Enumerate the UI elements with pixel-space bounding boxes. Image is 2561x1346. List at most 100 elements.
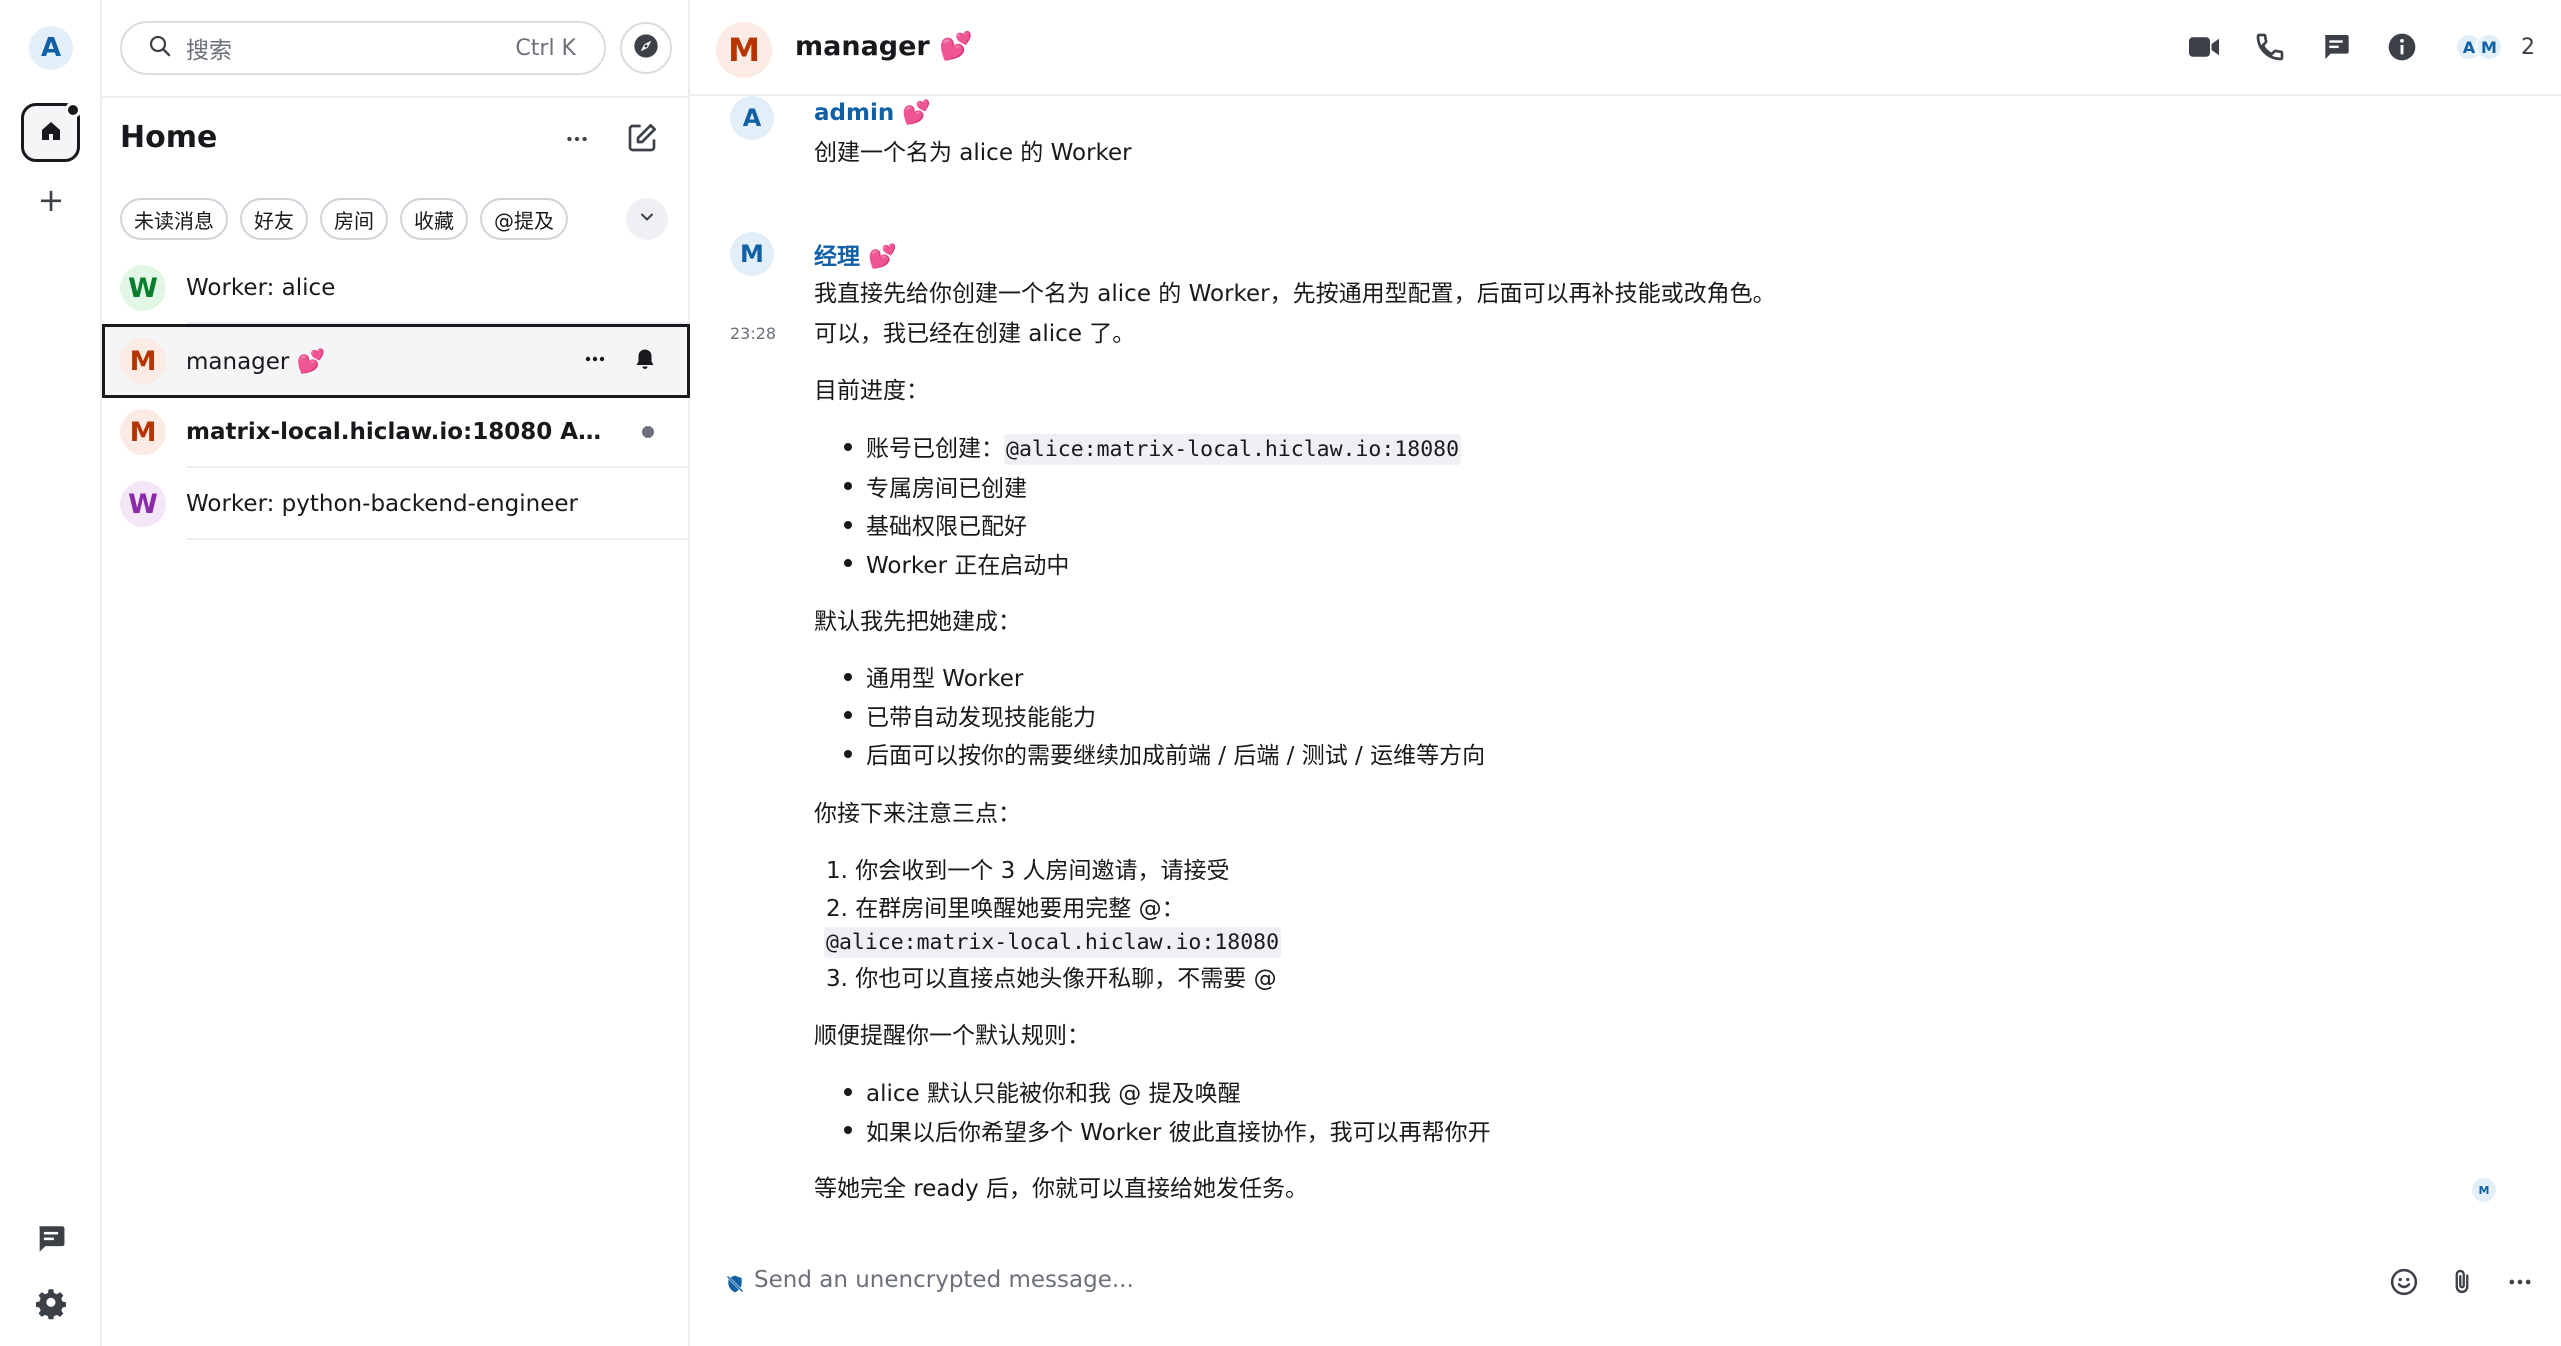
room-header-avatar[interactable]: M	[716, 22, 772, 78]
list-item: alice 默认只能被你和我 @ 提及唤醒	[844, 1075, 1491, 1114]
voice-call-button[interactable]	[2251, 28, 2289, 66]
filter-rooms-chip[interactable]: 房间	[320, 198, 388, 240]
progress-list: 账号已创建：@alice:matrix-local.hiclaw.io:1808…	[844, 430, 1462, 586]
user-id-code: @alice:matrix-local.hiclaw.io:18080	[824, 927, 1282, 958]
plus-icon: +	[37, 181, 65, 219]
room-item-admin-room[interactable]: M matrix-local.hiclaw.io:18080 Admin R..…	[102, 396, 690, 468]
home-space-button[interactable]	[21, 102, 81, 162]
notes-heading: 你接下来注意三点：	[814, 801, 1021, 827]
video-call-button[interactable]	[2185, 28, 2223, 66]
message-body: 创建一个名为 alice 的 Worker	[814, 140, 1132, 166]
notification-dot	[65, 102, 81, 118]
message-timestamp: 23:28	[730, 324, 777, 343]
message-line: 我直接先给你创建一个名为 alice 的 Worker，先按通用型配置，后面可以…	[814, 281, 1776, 307]
composer-tools	[2387, 1265, 2537, 1299]
message-line: 等她完全 ready 后，你就可以直接给她发任务。	[814, 1176, 1309, 1202]
read-receipt-avatar[interactable]: M	[2472, 1178, 2496, 1202]
room-item-manager[interactable]: M manager 💕	[102, 324, 690, 398]
room-info-button[interactable]	[2383, 28, 2421, 66]
sender-name[interactable]: 经理 💕	[814, 237, 897, 271]
room-item-worker-python-backend-engineer[interactable]: W Worker: python-backend-engineer	[102, 468, 690, 540]
search-icon	[148, 34, 172, 62]
attachment-button[interactable]	[2445, 1265, 2479, 1299]
room-name: matrix-local.hiclaw.io:18080 Admin R...	[186, 419, 616, 445]
filter-favourites-chip[interactable]: 收藏	[400, 198, 468, 240]
notification-settings-button[interactable]	[633, 347, 657, 375]
room-header-actions: A M 2	[2185, 28, 2535, 66]
room-avatar: M	[120, 338, 166, 384]
filter-unread-chip[interactable]: 未读消息	[120, 198, 228, 240]
note-item: 1. 你会收到一个 3 人房间邀请，请接受	[826, 858, 1230, 884]
user-avatar[interactable]: A	[29, 26, 73, 70]
unread-indicator	[642, 426, 654, 438]
room-avatar: W	[120, 265, 166, 311]
threads-button[interactable]	[34, 1222, 68, 1260]
phone-icon	[2256, 33, 2284, 61]
list-item: 通用型 Worker	[844, 660, 1485, 699]
list-item: 专属房间已创建	[844, 470, 1461, 509]
home-icon	[39, 119, 63, 147]
rules-list: alice 默认只能被你和我 @ 提及唤醒 如果以后你希望多个 Worker 彼…	[844, 1075, 1491, 1152]
message-timeline: A admin 💕 创建一个名为 alice 的 Worker M 经理 💕 我…	[690, 96, 2561, 1216]
room-name: manager 💕	[186, 348, 326, 375]
compass-icon	[632, 32, 660, 64]
bell-icon	[636, 349, 654, 369]
filter-people-chip[interactable]: 好友	[240, 198, 308, 240]
note-item-code: @alice:matrix-local.hiclaw.io:18080	[824, 923, 1282, 962]
create-space-button[interactable]: +	[36, 181, 66, 219]
sender-avatar[interactable]: M	[730, 232, 774, 276]
room-list-options-button[interactable]	[564, 126, 590, 156]
room-header-name[interactable]: manager 💕	[795, 30, 973, 62]
more-horizontal-icon	[564, 136, 590, 156]
compose-button[interactable]	[626, 122, 658, 158]
room-view: M manager 💕 A M 2 A admin 💕 创建一个名为 alice…	[690, 0, 2561, 1346]
message-composer: Send an unencrypted message...	[690, 1243, 2561, 1323]
message-input[interactable]: Send an unencrypted message...	[754, 1267, 1134, 1293]
space-bar: A +	[0, 0, 102, 1346]
emoji-button[interactable]	[2387, 1265, 2421, 1299]
room-list-panel: 搜索 Ctrl K Home 未读消息 好友 房间 收藏 @提及 W Worke…	[102, 0, 690, 1346]
message-line: 可以，我已经在创建 alice 了。	[814, 321, 1136, 347]
search-shortcut-hint: Ctrl K	[515, 35, 576, 61]
list-item: 基础权限已配好	[844, 508, 1461, 547]
room-avatar: M	[120, 409, 166, 455]
room-item-worker-alice[interactable]: W Worker: alice	[102, 252, 690, 324]
explore-rooms-button[interactable]	[620, 22, 672, 74]
divider	[186, 538, 690, 540]
room-avatar: W	[120, 481, 166, 527]
room-options-button[interactable]	[583, 347, 607, 375]
divider	[102, 96, 690, 98]
list-item: 如果以后你希望多个 Worker 彼此直接协作，我可以再帮你开	[844, 1114, 1491, 1153]
sender-name[interactable]: admin 💕	[814, 99, 931, 126]
room-list-title: Home	[120, 120, 218, 155]
default-heading: 默认我先把她建成：	[814, 609, 1021, 635]
search-field[interactable]: 搜索 Ctrl K	[120, 21, 606, 75]
info-icon	[2388, 33, 2416, 61]
room-filters: 未读消息 好友 房间 收藏 @提及	[120, 198, 568, 240]
room-header: M manager 💕 A M 2	[690, 0, 2561, 96]
more-options-button[interactable]	[2503, 1265, 2537, 1299]
chevron-down-icon	[637, 207, 657, 231]
rules-heading: 顺便提醒你一个默认规则：	[814, 1023, 1090, 1049]
list-item: 账号已创建：@alice:matrix-local.hiclaw.io:1808…	[844, 430, 1462, 470]
expand-filters-button[interactable]	[626, 198, 668, 240]
threads-button[interactable]	[2317, 28, 2355, 66]
video-icon	[2189, 37, 2219, 57]
room-name: Worker: alice	[186, 275, 336, 301]
list-item: 后面可以按你的需要继续加成前端 / 后端 / 测试 / 运维等方向	[844, 737, 1485, 776]
member-count: 2	[2521, 34, 2535, 60]
user-id-code: @alice:matrix-local.hiclaw.io:18080	[1004, 434, 1462, 465]
sender-avatar[interactable]: A	[730, 96, 774, 140]
settings-button[interactable]	[34, 1288, 68, 1326]
filter-mentions-chip[interactable]: @提及	[480, 198, 568, 240]
member-avatar: M	[2475, 33, 2503, 61]
compose-icon	[626, 124, 658, 158]
room-name: Worker: python-backend-engineer	[186, 491, 578, 517]
list-item: Worker 正在启动中	[844, 547, 1461, 586]
emoji-icon	[2390, 1268, 2418, 1296]
paperclip-icon	[2455, 1269, 2469, 1294]
note-item: 3. 你也可以直接点她头像开私聊，不需要 @	[826, 966, 1277, 992]
member-facepile[interactable]: A M 2	[2455, 33, 2535, 61]
progress-heading: 目前进度：	[814, 378, 929, 404]
room-item-actions	[583, 347, 657, 375]
